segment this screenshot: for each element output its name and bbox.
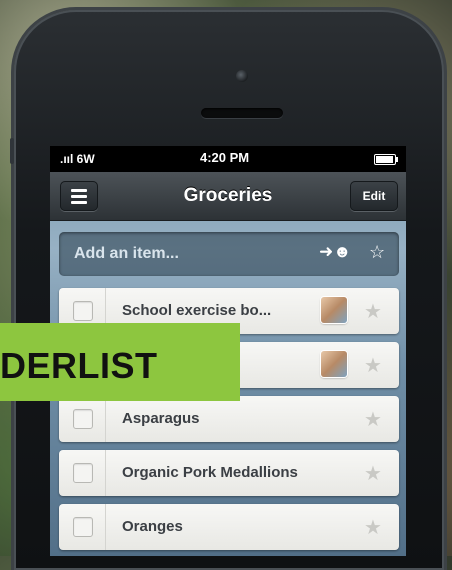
item-label: Asparagus xyxy=(122,410,200,427)
star-icon[interactable]: ★ xyxy=(364,353,382,378)
overlay-banner-text: DERLIST xyxy=(0,345,158,386)
item-label: Organic Pork Medallions xyxy=(122,464,298,481)
edit-button[interactable]: Edit xyxy=(350,181,398,211)
item-checkbox[interactable] xyxy=(73,301,93,321)
avatar xyxy=(321,351,347,377)
front-camera xyxy=(236,70,248,82)
status-bar: .ııl 6W 4:20 PM xyxy=(50,146,406,172)
earpiece-speaker xyxy=(201,108,283,118)
status-time: 4:20 PM xyxy=(200,150,250,165)
add-item-input[interactable]: Add an item... ➜☻ ☆ xyxy=(59,232,399,276)
navigation-bar: Groceries Edit xyxy=(50,172,406,221)
item-checkbox[interactable] xyxy=(73,517,93,537)
item-label: Oranges xyxy=(122,518,183,535)
add-item-placeholder: Add an item... xyxy=(74,245,179,262)
star-icon[interactable]: ★ xyxy=(364,515,382,540)
battery-icon xyxy=(374,154,398,165)
menu-button[interactable] xyxy=(60,181,98,211)
list-item[interactable]: Organic Pork Medallions ★ xyxy=(59,450,399,496)
list-item[interactable]: Asparagus ★ xyxy=(59,396,399,442)
item-label: School exercise bo... xyxy=(122,302,272,319)
star-icon[interactable]: ★ xyxy=(364,407,382,432)
star-icon[interactable]: ★ xyxy=(364,299,382,324)
item-checkbox[interactable] xyxy=(73,409,93,429)
side-button xyxy=(10,138,14,164)
person-icon[interactable]: ➜☻ xyxy=(319,242,351,262)
item-checkbox[interactable] xyxy=(73,463,93,483)
signal-indicator: .ııl 6W xyxy=(60,152,95,166)
avatar xyxy=(321,297,347,323)
star-icon[interactable]: ★ xyxy=(364,461,382,486)
star-icon[interactable]: ☆ xyxy=(369,242,385,263)
hamburger-icon xyxy=(71,189,87,192)
list-item[interactable]: Oranges ★ xyxy=(59,504,399,550)
list-title: Groceries xyxy=(183,185,273,206)
